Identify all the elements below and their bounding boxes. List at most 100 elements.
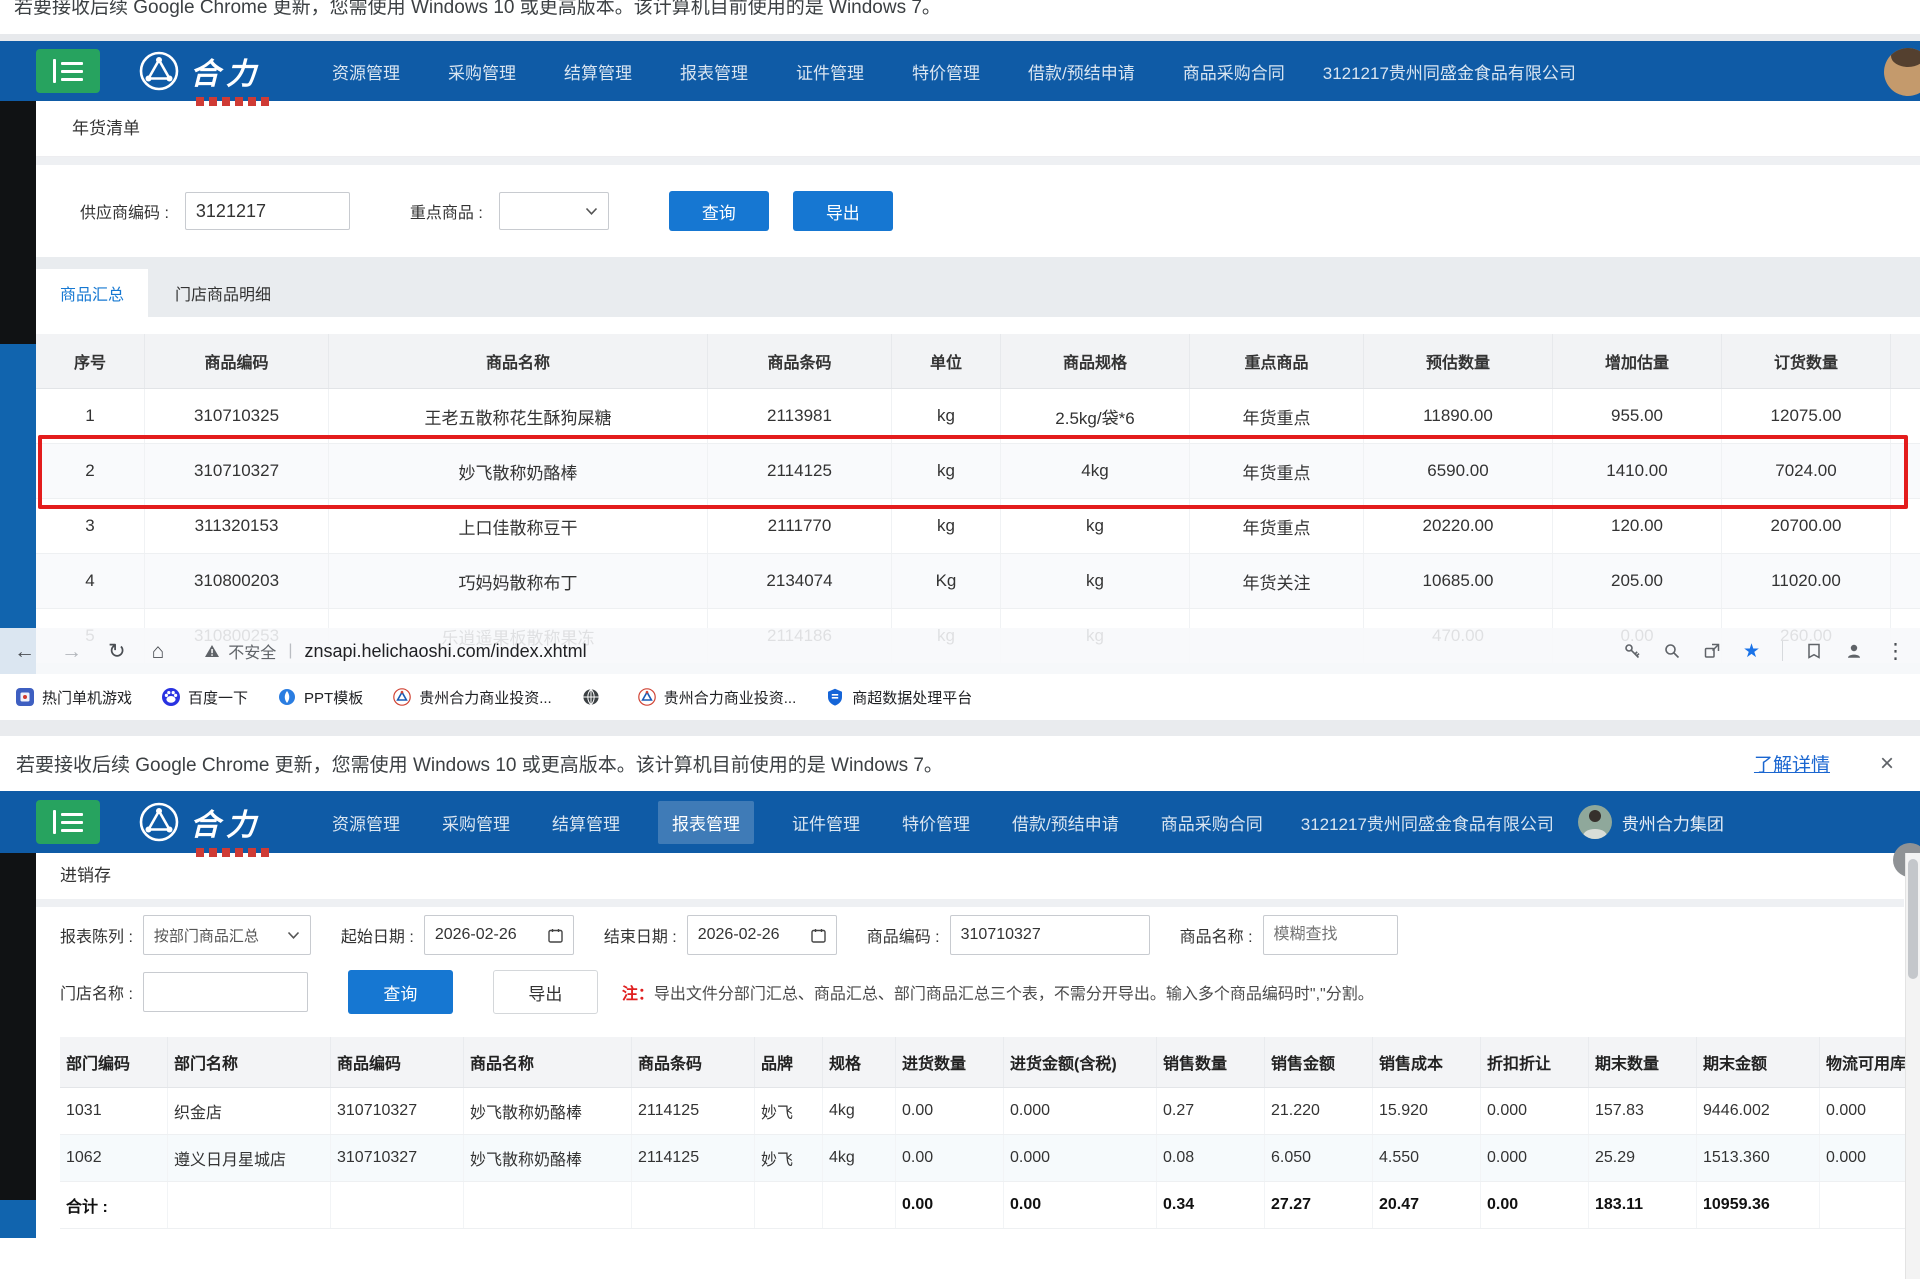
cell: 1410.00 [1553, 444, 1722, 499]
product-row[interactable]: 4310800203巧妈妈散称布丁2134074Kgkg年货关注10685.00… [36, 554, 1920, 609]
bookmark-item[interactable]: 商超数据处理平台 [826, 687, 972, 708]
nav-menu-item[interactable]: 报表管理 [658, 801, 754, 844]
total-cell: 27.27 [1265, 1182, 1373, 1229]
cell: 妙飞散称奶酪棒 [464, 1088, 632, 1135]
nav-menu-item[interactable]: 商品采购合同 [1179, 50, 1289, 93]
nav-menu-item[interactable]: 借款/预结申请 [1008, 801, 1123, 844]
home-icon[interactable]: ⌂ [152, 641, 165, 662]
total-cell [168, 1182, 331, 1229]
key-product-select[interactable] [499, 192, 609, 230]
cell: 1513.360 [1697, 1135, 1820, 1182]
user-avatar[interactable] [1578, 805, 1612, 839]
nav-company-name[interactable]: 3121217贵州同盛金食品有限公司 [1323, 59, 1576, 84]
export-button[interactable]: 导出 [793, 191, 893, 231]
back-icon[interactable]: ← [14, 641, 35, 662]
end-date-input[interactable]: 2026-02-26 [687, 915, 837, 955]
product-code-label: 商品编码 : [867, 923, 940, 947]
cell: 2.5kg/袋*6 [1001, 389, 1190, 444]
cell: 0.000 [1481, 1088, 1589, 1135]
nav-menu-item[interactable]: 借款/预结申请 [1024, 50, 1139, 93]
nav-menu-item[interactable]: 证件管理 [792, 50, 868, 93]
divider [0, 720, 1920, 736]
inventory-row[interactable]: 1031织金店310710327妙飞散称奶酪棒2114125妙飞4kg0.000… [60, 1088, 1920, 1135]
column-header: 进货数量 [896, 1037, 1004, 1088]
store-name-input[interactable] [143, 972, 308, 1012]
product-code-input[interactable] [950, 915, 1150, 955]
user-avatar[interactable] [1884, 48, 1920, 96]
query-button[interactable]: 查询 [669, 191, 769, 231]
nav-menu-item[interactable]: 商品采购合同 [1157, 801, 1267, 844]
inventory-row[interactable]: 1062遵义日月星城店310710327妙飞散称奶酪棒2114125妙飞4kg0… [60, 1135, 1920, 1182]
cell: 2113981 [708, 389, 892, 444]
nav-menu-item[interactable]: 特价管理 [908, 50, 984, 93]
password-key-icon[interactable] [1623, 642, 1641, 660]
address-bar[interactable]: 不安全 | znsapi.helichaoshi.com/index.xhtml [204, 639, 1284, 663]
product-summary-table: 序号商品编码商品名称商品条码单位商品规格重点商品预估数量增加估量订货数量履行数量… [36, 334, 1920, 664]
nav-menu-item[interactable]: 报表管理 [676, 50, 752, 93]
cell: 25.29 [1589, 1135, 1697, 1182]
total-cell [755, 1182, 823, 1229]
bookmark-item[interactable]: 贵州合力商业投资... [393, 687, 552, 708]
cell: 120.00 [1553, 499, 1722, 554]
bookmark-star-icon[interactable]: ★ [1743, 640, 1760, 663]
hamburger-icon [53, 810, 56, 834]
nav-menu-item[interactable]: 资源管理 [328, 50, 404, 93]
menu-toggle-button[interactable] [36, 800, 100, 844]
column-header: 折扣折让 [1481, 1037, 1589, 1088]
query-button[interactable]: 查询 [348, 970, 453, 1014]
nav-group-name[interactable]: 贵州合力集团 [1622, 810, 1724, 835]
app-navbar-top-window: 合力 资源管理采购管理结算管理报表管理证件管理特价管理借款/预结申请商品采购合同… [0, 41, 1920, 101]
nav-menu-item[interactable]: 资源管理 [328, 801, 404, 844]
report-layout-select[interactable]: 按部门商品汇总 [143, 915, 311, 955]
total-cell [632, 1182, 755, 1229]
end-date-value: 2026-02-26 [698, 926, 780, 944]
nav-menu-item[interactable]: 结算管理 [560, 50, 636, 93]
zoom-icon[interactable] [1663, 642, 1681, 660]
nav-menu-item[interactable]: 采购管理 [444, 50, 520, 93]
nav-menu-item[interactable]: 结算管理 [548, 801, 624, 844]
reload-icon[interactable]: ↻ [108, 641, 126, 662]
cell: 0.00 [896, 1088, 1004, 1135]
tab-product-summary[interactable]: 商品汇总 [36, 269, 148, 317]
profile-icon[interactable] [1845, 642, 1863, 660]
bookmark-item[interactable]: PPT模板 [278, 687, 363, 708]
vertical-scrollbar[interactable] [1905, 853, 1920, 1279]
bookmark-item[interactable]: 热门单机游戏 [16, 687, 132, 708]
share-icon[interactable] [1703, 642, 1721, 660]
nav-menu-item[interactable]: 特价管理 [898, 801, 974, 844]
product-row[interactable]: 3311320153上口佳散称豆干2111770kgkg年货重点20220.00… [36, 499, 1920, 554]
start-date-value: 2026-02-26 [435, 926, 517, 944]
nav-menu-item[interactable]: 证件管理 [788, 801, 864, 844]
bookmark-item[interactable]: 百度一下 [162, 687, 248, 708]
table-header-row: 部门编码部门名称商品编码商品名称商品条码品牌规格进货数量进货金额(含税)销售数量… [60, 1037, 1920, 1088]
menu-dots-icon[interactable]: ⋮ [1885, 641, 1906, 662]
learn-more-link[interactable]: 了解详情 [1754, 750, 1830, 777]
product-row[interactable]: 1310710325王老五散称花生酥狗屎糖2113981kg2.5kg/袋*6年… [36, 389, 1920, 444]
export-button[interactable]: 导出 [493, 970, 598, 1014]
supplier-code-input[interactable] [185, 192, 350, 230]
bookmark-item[interactable] [582, 688, 608, 706]
forward-icon[interactable]: → [61, 641, 82, 662]
nav-menu-item[interactable]: 采购管理 [438, 801, 514, 844]
product-name-input[interactable] [1263, 915, 1398, 955]
cell: 4kg [823, 1088, 896, 1135]
start-date-input[interactable]: 2026-02-26 [424, 915, 574, 955]
menu-toggle-button[interactable] [36, 49, 100, 93]
cell: 妙飞散称奶酪棒 [329, 444, 708, 499]
chevron-down-icon [585, 207, 598, 216]
bottom-window-content: 进销存 报表陈列 : 按部门商品汇总 起始日期 : 2026-02-26 结束日… [0, 853, 1920, 1279]
cell: 310800203 [145, 554, 329, 609]
tab-store-product-detail[interactable]: 门店商品明细 [148, 269, 298, 317]
total-cell: 0.00 [1481, 1182, 1589, 1229]
cell: 0.00 [896, 1135, 1004, 1182]
bookmark-item[interactable]: 贵州合力商业投资... [638, 687, 797, 708]
column-header: 品牌 [755, 1037, 823, 1088]
nav-company-name[interactable]: 3121217贵州同盛金食品有限公司 [1301, 810, 1554, 835]
shield-icon [826, 688, 844, 706]
reading-list-icon[interactable] [1805, 642, 1823, 660]
product-row[interactable]: 2310710327妙飞散称奶酪棒2114125kg4kg年货重点6590.00… [36, 444, 1920, 499]
logo-circle-triangle-icon [138, 801, 180, 843]
notification-close-icon[interactable]: × [1880, 752, 1894, 776]
scrollbar-thumb[interactable] [1908, 859, 1918, 979]
cell: 年货重点 [1190, 444, 1364, 499]
